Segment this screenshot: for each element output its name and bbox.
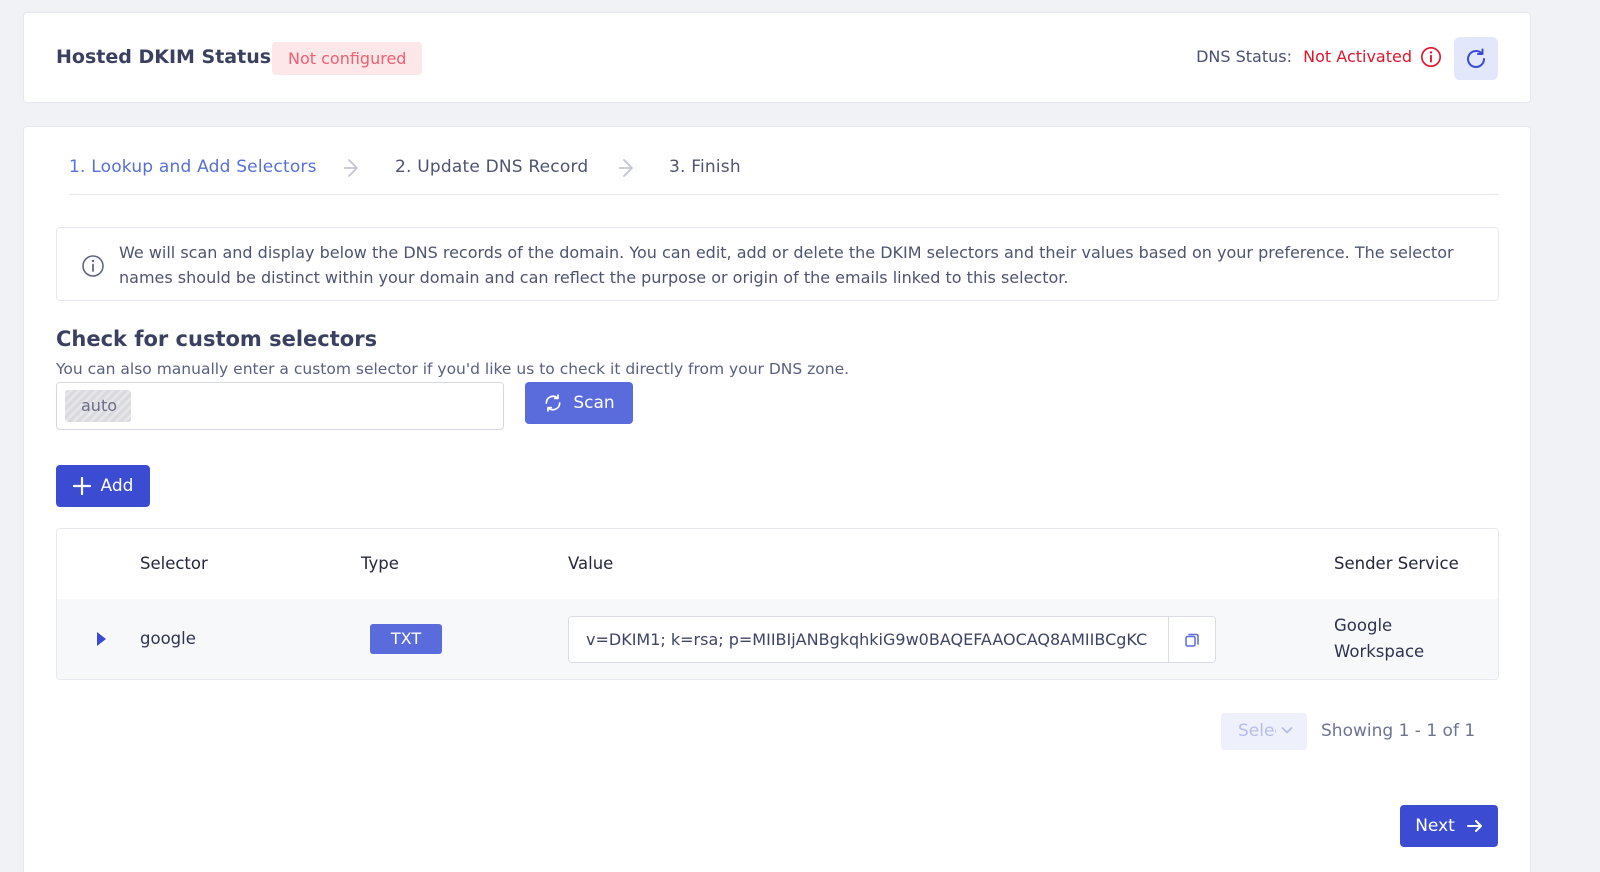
dkim-value-field[interactable]: v=DKIM1; k=rsa; p=MIIBIjANBgkqhkiG9w0BAQ… — [568, 616, 1216, 663]
info-box: We will scan and display below the DNS r… — [56, 227, 1499, 301]
page-size-select[interactable]: Select — [1221, 713, 1307, 750]
section-subtitle: You can also manually enter a custom sel… — [56, 360, 850, 378]
add-button[interactable]: Add — [56, 465, 150, 507]
cell-selector: google — [140, 629, 196, 648]
section-title: Check for custom selectors — [56, 327, 378, 351]
step-update-dns[interactable]: 2. Update DNS Record — [395, 157, 588, 177]
scan-button[interactable]: Scan — [525, 382, 633, 424]
sync-icon — [545, 394, 561, 412]
pagination-summary: Showing 1 - 1 of 1 — [1321, 721, 1476, 741]
dns-status-value: Not Activated — [1303, 47, 1412, 66]
dns-status-label: DNS Status: — [1196, 47, 1292, 66]
dkim-status-header: Hosted DKIM Status Not configured DNS St… — [23, 12, 1531, 103]
chevron-right-icon — [344, 159, 358, 177]
page-title: Hosted DKIM Status — [56, 46, 272, 68]
custom-selector-input[interactable]: auto — [56, 382, 504, 430]
table-header: Selector Type Value Sender Service — [57, 529, 1498, 599]
caret-right-icon[interactable] — [95, 631, 107, 647]
column-header-selector[interactable]: Selector — [140, 554, 208, 573]
column-header-sender-service[interactable]: Sender Service — [1334, 554, 1459, 573]
next-button[interactable]: Next — [1400, 805, 1498, 847]
plus-icon — [72, 477, 91, 495]
table-row: google TXT v=DKIM1; k=rsa; p=MIIBIjANBgk… — [57, 599, 1498, 679]
setup-wizard: 1. Lookup and Add Selectors 2. Update DN… — [23, 126, 1531, 872]
info-icon — [82, 255, 104, 277]
copy-button[interactable] — [1168, 617, 1215, 662]
page-size-placeholder: Select — [1238, 721, 1276, 741]
arrow-right-icon — [1466, 820, 1482, 832]
info-icon[interactable] — [1420, 46, 1442, 68]
column-header-value[interactable]: Value — [568, 554, 613, 573]
chevron-down-icon — [1281, 727, 1293, 734]
selector-chip-auto[interactable]: auto — [65, 390, 131, 422]
cell-sender-service: Google Workspace — [1334, 616, 1425, 661]
chevron-right-icon — [619, 159, 633, 177]
wizard-steps: 1. Lookup and Add Selectors 2. Update DN… — [69, 157, 1499, 195]
refresh-icon — [1467, 48, 1485, 68]
step-finish[interactable]: 3. Finish — [669, 157, 741, 177]
next-button-label: Next — [1415, 816, 1455, 836]
dkim-value-text: v=DKIM1; k=rsa; p=MIIBIjANBgkqhkiG9w0BAQ… — [586, 630, 1148, 649]
type-badge: TXT — [370, 624, 442, 654]
column-header-type[interactable]: Type — [361, 554, 399, 573]
add-button-label: Add — [100, 476, 134, 496]
selectors-table: Selector Type Value Sender Service googl… — [56, 528, 1499, 680]
scan-button-label: Scan — [573, 393, 615, 413]
step-lookup-selectors[interactable]: 1. Lookup and Add Selectors — [69, 157, 317, 177]
info-text: We will scan and display below the DNS r… — [119, 243, 1454, 287]
refresh-button[interactable] — [1454, 37, 1498, 80]
copy-icon — [1185, 633, 1199, 647]
status-badge: Not configured — [272, 42, 423, 75]
